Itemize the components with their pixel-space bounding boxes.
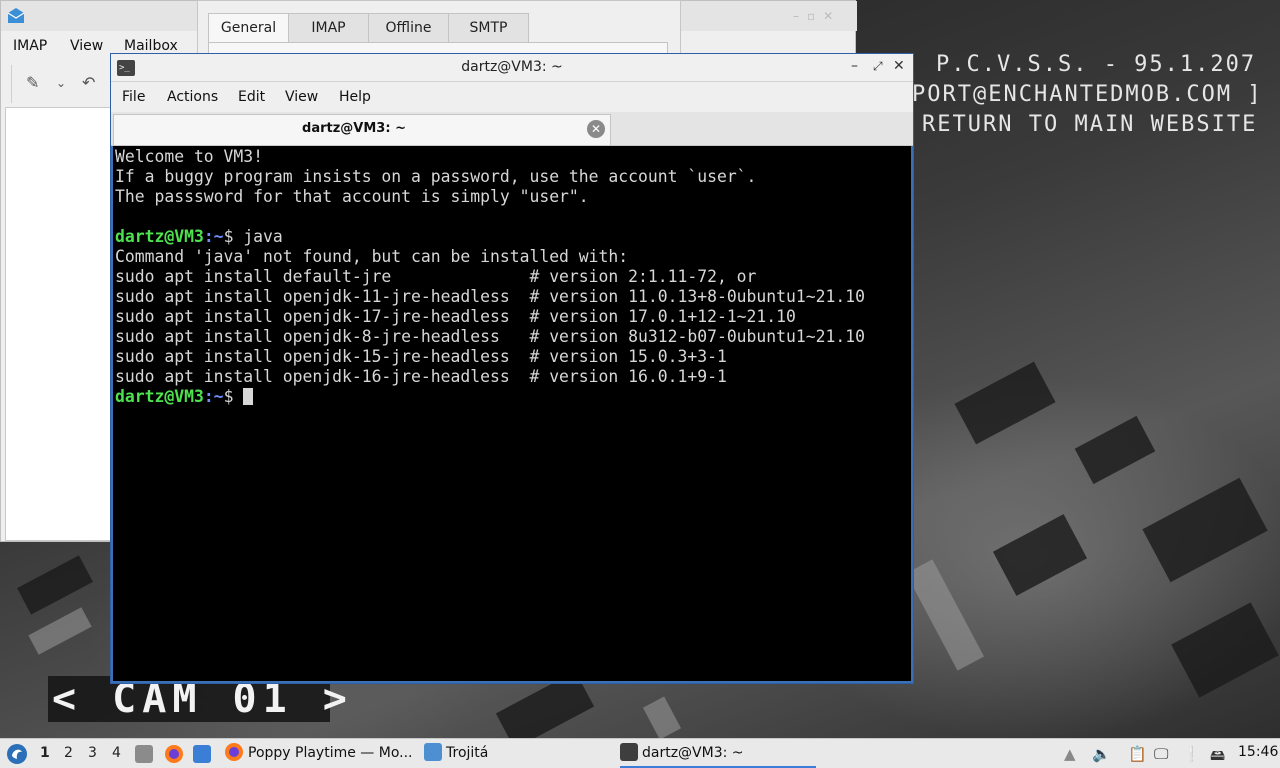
file-manager-icon[interactable] — [135, 745, 153, 763]
wallpaper-shape — [992, 514, 1088, 596]
terminal-line: sudo apt install openjdk-16-jre-headless… — [115, 367, 727, 386]
prompt-symbol: $ — [223, 387, 244, 406]
wallpaper-shape — [1142, 477, 1268, 583]
terminal-line: sudo apt install openjdk-8-jre-headless … — [115, 327, 865, 346]
prompt-user: dartz@VM3 — [115, 387, 204, 406]
terminal-line: Welcome to VM3! — [115, 147, 264, 166]
mail-app-icon — [424, 743, 442, 761]
task-label: Poppy Playtime — Mo... — [248, 745, 413, 761]
workspace-1[interactable]: 1 — [40, 745, 50, 761]
prompt-user: dartz@VM3 — [115, 227, 204, 246]
chevron-down-icon[interactable]: ⌄ — [56, 76, 66, 90]
taskbar-task-terminal[interactable]: dartz@VM3: ~ — [620, 740, 816, 768]
wallpaper-shape — [28, 607, 92, 655]
volume-icon[interactable]: 🔈 — [1092, 745, 1111, 763]
reply-icon[interactable]: ↶ — [82, 73, 95, 92]
tab-offline[interactable]: Offline — [368, 13, 449, 43]
wallpaper-shape — [1074, 415, 1156, 485]
terminal-line: sudo apt install default-jre # version 2… — [115, 267, 757, 286]
taskbar-task-trojita[interactable]: Trojitá — [424, 740, 614, 768]
window-title: dartz@VM3: ~ — [461, 59, 563, 75]
terminal-tab[interactable]: dartz@VM3: ~ ✕ — [113, 114, 611, 145]
notification-icon[interactable]: ❕ — [1182, 745, 1201, 763]
close-icon[interactable]: ✕ — [893, 58, 905, 74]
compose-icon[interactable]: ✎ — [26, 73, 39, 92]
terminal-tab-label: dartz@VM3: ~ — [302, 121, 406, 136]
terminal-titlebar[interactable]: >_ dartz@VM3: ~ – ⤢ ✕ — [111, 54, 913, 82]
wallpaper-overlay-text: PORT@ENCHANTEDMOB.COM ] — [912, 82, 1263, 107]
tab-imap[interactable]: IMAP — [288, 13, 369, 43]
wallpaper-shape — [17, 555, 93, 615]
terminal-line: Command 'java' not found, but can be ins… — [115, 247, 629, 266]
menu-help[interactable]: Help — [339, 89, 371, 105]
wallpaper-shape — [905, 559, 985, 671]
wallpaper-shape — [954, 361, 1056, 445]
show-desktop-icon[interactable] — [193, 745, 211, 763]
mailbox-list[interactable] — [5, 107, 111, 541]
workspace-3[interactable]: 3 — [88, 745, 97, 761]
network-icon[interactable]: 🖵 — [1154, 745, 1168, 763]
settings-dialog: General IMAP Offline SMTP — [197, 0, 681, 60]
menu-file[interactable]: File — [122, 89, 145, 105]
terminal-screen[interactable]: Welcome to VM3! If a buggy program insist… — [113, 146, 911, 681]
mail-menu-imap[interactable]: IMAP — [13, 38, 47, 54]
terminal-line: dartz@VM3:~$ java — [115, 227, 911, 247]
terminal-icon — [620, 743, 638, 761]
terminal-line: sudo apt install openjdk-17-jre-headless… — [115, 307, 796, 326]
wallpaper-overlay-text: RETURN TO MAIN WEBSITE — [922, 112, 1258, 137]
task-label: dartz@VM3: ~ — [642, 745, 744, 761]
tab-general[interactable]: General — [208, 13, 289, 43]
minimize-icon[interactable]: – — [851, 58, 858, 74]
wallpaper-shape — [1171, 602, 1279, 698]
mail-menu-view[interactable]: View — [70, 38, 103, 54]
clock: 15:46 — [1238, 744, 1279, 760]
terminal-menubar: File Actions Edit View Help — [111, 82, 913, 112]
taskbar: 1 2 3 4 Poppy Playtime — Mo... Trojitá d… — [0, 738, 1280, 768]
clipboard-icon[interactable]: 📋 — [1128, 745, 1147, 763]
taskbar-task-firefox[interactable]: Poppy Playtime — Mo... — [224, 740, 420, 768]
terminal-line: sudo apt install openjdk-15-jre-headless… — [115, 347, 727, 366]
prompt-symbol: $ — [223, 227, 244, 246]
terminal-line: The passsword for that account is simply… — [115, 187, 589, 206]
terminal-line: sudo apt install openjdk-11-jre-headless… — [115, 287, 865, 306]
text-cursor — [243, 388, 254, 405]
mail-window-controls[interactable]: –▫✕ — [793, 9, 841, 23]
app-launcher-icon[interactable] — [6, 743, 28, 765]
wallpaper-overlay-text: P.C.V.S.S. - 95.1.207 — [936, 52, 1257, 77]
wallpaper-shape — [642, 696, 682, 738]
prompt-path: :~ — [203, 227, 224, 246]
firefox-icon[interactable] — [164, 744, 184, 764]
task-label: Trojitá — [446, 745, 489, 761]
tab-smtp[interactable]: SMTP — [448, 13, 529, 43]
terminal-tabbar: dartz@VM3: ~ ✕ — [111, 112, 913, 146]
menu-view[interactable]: View — [285, 89, 318, 105]
removable-media-icon[interactable]: 🖴 — [1210, 745, 1225, 768]
terminal-line: If a buggy program insists on a password… — [115, 167, 757, 186]
workspace-2[interactable]: 2 — [64, 745, 73, 761]
maximize-icon[interactable]: ⤢ — [873, 59, 883, 74]
menu-actions[interactable]: Actions — [167, 89, 218, 105]
updates-icon[interactable]: ▲ — [1064, 745, 1076, 763]
mail-toolbar: ✎ ⌄ ↶ — [11, 65, 111, 103]
workspace-4[interactable]: 4 — [112, 745, 121, 761]
tab-close-icon[interactable]: ✕ — [587, 120, 605, 138]
menu-edit[interactable]: Edit — [238, 89, 265, 105]
terminal-line: dartz@VM3:~$ — [115, 387, 911, 407]
terminal-window: >_ dartz@VM3: ~ – ⤢ ✕ File Actions Edit … — [110, 53, 914, 684]
mail-app-icon — [7, 8, 25, 23]
firefox-icon — [225, 743, 243, 761]
prompt-path: :~ — [203, 387, 224, 406]
mail-menu-mailbox[interactable]: Mailbox — [124, 38, 178, 54]
command-text: java — [243, 227, 283, 246]
